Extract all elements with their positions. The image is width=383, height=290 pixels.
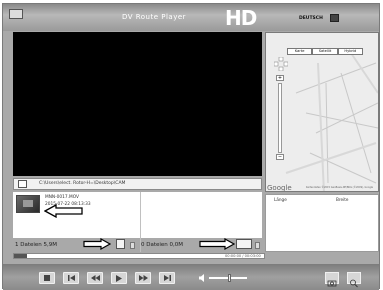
transfer-right-button[interactable]: [116, 239, 125, 249]
app-title: DV Route Player: [121, 13, 187, 21]
scroll-icon[interactable]: [130, 242, 135, 249]
stop-button[interactable]: [39, 272, 55, 284]
snapshot-button[interactable]: [325, 272, 339, 287]
previous-button[interactable]: [63, 272, 79, 284]
zoom-out-button[interactable]: −: [276, 154, 284, 160]
time-display: 00:00:00 / 00:03:00: [225, 254, 261, 258]
play-icon: [116, 274, 122, 282]
arrow-right-icon: [199, 238, 235, 250]
magnifier-icon: [350, 279, 358, 288]
map-type-tabs: Karte Satellit Hybrid: [287, 48, 363, 55]
volume-knob[interactable]: [228, 274, 231, 282]
progress-fill: [14, 254, 27, 258]
forward-button[interactable]: [135, 272, 151, 284]
stop-icon: [44, 275, 50, 281]
zoom-in-button[interactable]: +: [276, 75, 284, 81]
file-count-right: 0 Dateien 0,0M: [141, 242, 184, 248]
pan-control-icon[interactable]: [274, 57, 288, 71]
video-thumbnail[interactable]: [16, 195, 40, 213]
tab-karte[interactable]: Karte: [287, 48, 313, 55]
skip-back-icon: [67, 275, 75, 281]
transfer-left-button[interactable]: [236, 239, 252, 249]
video-display[interactable]: [13, 32, 262, 176]
folder-icon[interactable]: [18, 180, 27, 188]
file-count-left: 1 Dateien 5,9M: [15, 242, 58, 248]
tab-satellit[interactable]: Satellit: [312, 48, 338, 55]
map-copyright: Kartendaten ©2015 GeoBasis-DE/BKG (©2009…: [306, 186, 373, 189]
zoom-button[interactable]: [347, 272, 361, 288]
flag-icon[interactable]: [330, 14, 339, 22]
latitude-label: Breite: [336, 197, 349, 202]
tab-hybrid[interactable]: Hybrid: [337, 48, 363, 55]
coordinate-panel: Länge Breite: [265, 194, 379, 252]
map-panel[interactable]: Karte Satellit Hybrid + − Google Kartend…: [265, 32, 379, 192]
arrow-left-icon: [44, 204, 83, 218]
next-button[interactable]: [159, 272, 175, 284]
volume-icon[interactable]: [199, 274, 207, 282]
language-button[interactable]: DEUTSCH: [299, 16, 323, 21]
file-name: MNN-0017.MOV: [45, 195, 79, 200]
skip-forward-icon: [163, 275, 171, 281]
longitude-label: Länge: [274, 197, 287, 202]
arrow-right-icon: [83, 238, 111, 250]
folder-path: C:\Users\elect. Rotor-H=\Desktop\CAM: [39, 181, 126, 186]
playback-controls: [3, 264, 379, 290]
thumbnail-image: [23, 200, 33, 207]
title-bar: DV Route Player HD DEUTSCH: [3, 4, 379, 31]
hd-logo: HD: [225, 6, 257, 30]
rewind-button[interactable]: [87, 272, 103, 284]
scroll-icon[interactable]: [255, 242, 260, 249]
play-button[interactable]: [111, 272, 127, 284]
app-icon: [9, 9, 23, 19]
player-window: DV Route Player HD DEUTSCH C:\Users\elec…: [2, 3, 380, 290]
zoom-slider[interactable]: [278, 83, 282, 153]
fast-forward-icon: [138, 275, 148, 281]
path-bar: C:\Users\elect. Rotor-H=\Desktop\CAM: [13, 178, 262, 190]
google-logo: Google: [267, 184, 292, 192]
camera-icon: [327, 280, 337, 287]
rewind-icon: [90, 275, 100, 281]
